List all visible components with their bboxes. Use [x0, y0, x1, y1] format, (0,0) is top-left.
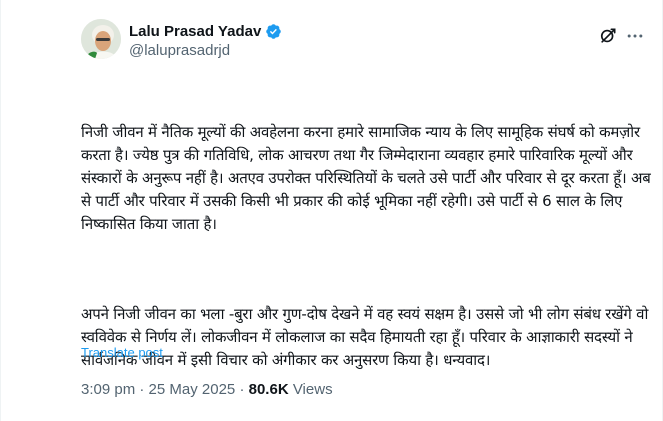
- avatar[interactable]: [81, 19, 121, 59]
- translate-post-link[interactable]: Translate post: [81, 345, 163, 360]
- more-options-icon[interactable]: [625, 26, 645, 46]
- meta-separator: ·: [139, 381, 145, 398]
- views-label: Views: [292, 381, 333, 398]
- grok-icon[interactable]: [598, 26, 618, 46]
- tweet-date[interactable]: 25 May 2025: [149, 381, 236, 398]
- tweet-meta: 3:09 pm · 25 May 2025 · 80.6K Views: [81, 381, 333, 398]
- tweet-card: Lalu Prasad Yadav @laluprasadrjd निजी जी…: [0, 0, 663, 421]
- user-handle[interactable]: @laluprasadrjd: [129, 41, 282, 61]
- profile-photo: [81, 19, 121, 59]
- meta-separator: ·: [239, 381, 245, 398]
- tweet-paragraph-2: अपने निजी जीवन का भला -बुरा और गुण-दोष द…: [81, 305, 653, 369]
- tweet-time[interactable]: 3:09 pm: [81, 381, 135, 398]
- author-block: Lalu Prasad Yadav @laluprasadrjd: [129, 21, 282, 61]
- verified-badge-icon[interactable]: [265, 23, 282, 40]
- display-name-row: Lalu Prasad Yadav: [129, 21, 282, 41]
- tweet-text: निजी जीवन में नैतिक मूल्यों की अवहेलना क…: [81, 75, 656, 418]
- tweet-paragraph-1: निजी जीवन में नैतिक मूल्यों की अवहेलना क…: [81, 123, 656, 233]
- display-name[interactable]: Lalu Prasad Yadav: [129, 23, 261, 40]
- views-count: 80.6K: [248, 381, 289, 398]
